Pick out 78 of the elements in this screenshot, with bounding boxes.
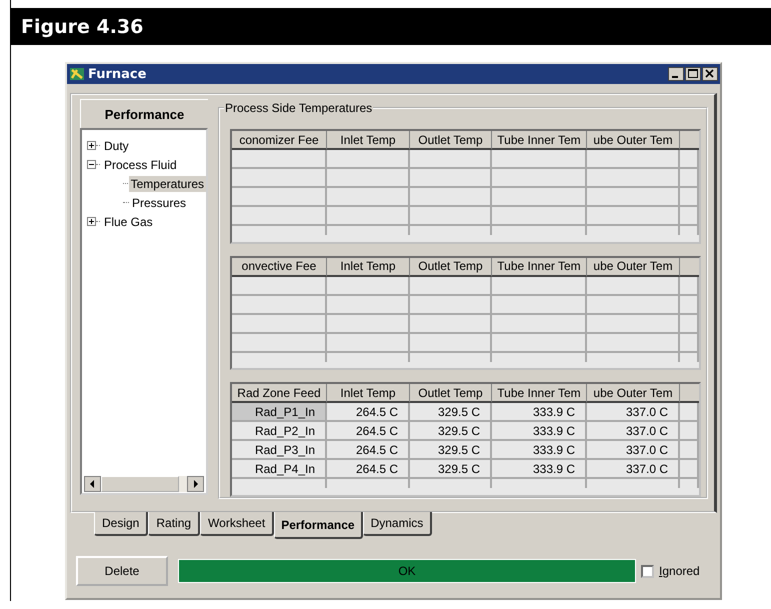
window-title: Furnace [88, 66, 148, 82]
row-header[interactable]: Rad_P3_In [232, 441, 327, 460]
table-cell: 337.0 C [587, 403, 680, 422]
table-cell [680, 460, 699, 480]
table-cell [680, 207, 699, 226]
column-header[interactable]: Tube Inner Tem [492, 258, 587, 277]
column-header[interactable]: Outlet Temp [410, 258, 492, 277]
tab[interactable]: Performance [274, 512, 363, 539]
scroll-bar[interactable] [84, 476, 204, 492]
column-header[interactable]: conomizer Fee [232, 131, 327, 150]
table-cell: 329.5 C [410, 441, 492, 460]
column-header[interactable]: Tube Inner Tem [492, 384, 587, 404]
scroll-thumb[interactable] [101, 476, 179, 492]
close-icon[interactable] [702, 67, 718, 81]
tab[interactable]: Dynamics [362, 512, 432, 536]
tree-item[interactable]: Flue Gas [102, 214, 155, 230]
table-cell [680, 296, 699, 315]
table-cell: 337.0 C [587, 460, 680, 480]
table-cell: 333.9 C [492, 422, 587, 442]
table-cell [680, 169, 699, 188]
tab[interactable]: Worksheet [200, 512, 274, 536]
column-header [680, 131, 699, 150]
table-cell: 329.5 C [410, 403, 492, 422]
table-cell: 264.5 C [327, 403, 410, 422]
tree-item[interactable]: Temperatures [128, 176, 206, 192]
column-header[interactable]: Inlet Temp [327, 258, 410, 277]
column-header[interactable]: Rad Zone Feed [232, 384, 327, 404]
table-cell [680, 276, 699, 296]
column-header[interactable]: ube Outer Tem [587, 131, 680, 150]
row-header[interactable]: Rad_P2_In [232, 422, 327, 442]
column-header [680, 384, 699, 404]
tree-item[interactable]: Process Fluid [102, 156, 179, 172]
tab[interactable]: Rating [148, 512, 200, 536]
table-cell [680, 150, 699, 169]
table-cell [680, 334, 699, 353]
table-cell [680, 314, 699, 334]
scroll-right-icon[interactable] [187, 476, 204, 492]
table-cell: 329.5 C [410, 460, 492, 480]
column-header[interactable]: ube Outer Tem [587, 258, 680, 277]
column-header[interactable]: Outlet Temp [410, 131, 492, 150]
expand-icon[interactable] [87, 141, 96, 150]
column-header[interactable]: Outlet Temp [410, 384, 492, 404]
column-header [680, 258, 699, 277]
table-cell: 333.9 C [492, 403, 587, 422]
group-title: Process Side Temperatures [224, 101, 374, 115]
column-header[interactable]: ube Outer Tem [587, 384, 680, 404]
row-header[interactable]: Rad_P1_In [232, 403, 327, 422]
figure-title: Figure 4.36 [21, 16, 144, 38]
table-cell [680, 441, 699, 460]
table-cell [680, 422, 699, 442]
table-cell: 264.5 C [327, 422, 410, 442]
status-bar: OK [178, 559, 636, 583]
table-cell: 337.0 C [587, 441, 680, 460]
row-header[interactable]: Rad_P4_In [232, 460, 327, 480]
app-icon [69, 66, 85, 82]
checkbox-label[interactable]: Ignored [659, 564, 700, 578]
column-header[interactable]: Inlet Temp [327, 384, 410, 404]
table-cell: 329.5 C [410, 422, 492, 442]
table-cell: 333.9 C [492, 441, 587, 460]
tree-item[interactable]: Pressures [130, 194, 188, 210]
table-cell [680, 188, 699, 207]
column-header[interactable]: Tube Inner Tem [492, 131, 587, 150]
table-cell: 264.5 C [327, 460, 410, 480]
table-cell: 333.9 C [492, 460, 587, 480]
checkbox[interactable] [641, 564, 654, 578]
table-cell: 337.0 C [587, 422, 680, 442]
table-cell: 264.5 C [327, 441, 410, 460]
delete-button[interactable]: Delete [76, 556, 168, 586]
tree-item[interactable]: Duty [102, 138, 131, 154]
table-cell [680, 403, 699, 422]
column-header[interactable]: onvective Fee [232, 258, 327, 277]
collapse-icon[interactable] [87, 160, 96, 169]
tab[interactable]: Design [94, 512, 148, 536]
maximize-icon[interactable] [685, 67, 701, 81]
scroll-left-icon[interactable] [84, 476, 101, 492]
column-header[interactable]: Inlet Temp [327, 131, 410, 150]
minimize-icon[interactable] [668, 67, 684, 81]
expand-icon[interactable] [87, 217, 96, 226]
